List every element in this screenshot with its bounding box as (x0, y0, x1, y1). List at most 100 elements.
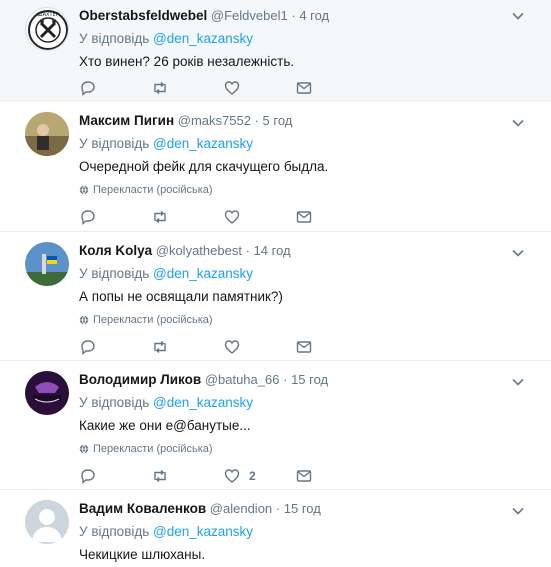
tweet[interactable]: Максим Пигин @maks7552 · 5 год У відпові… (0, 101, 551, 232)
tweet-text: Чекицкие шлюханы. (79, 547, 206, 562)
like-button[interactable]: 2 (223, 467, 295, 485)
translate-label: Перекласти (російська) (93, 184, 213, 196)
avatar[interactable] (25, 242, 69, 286)
reply-prefix: У відповідь (79, 395, 154, 410)
tweet-actions (79, 79, 367, 97)
tweet-text: Какие же они е@банутые... (79, 418, 251, 433)
chevron-down-icon[interactable] (511, 504, 525, 518)
author-handle[interactable]: @batuha_66 (205, 372, 280, 387)
timestamp[interactable]: 15 год (284, 501, 321, 516)
globe-icon (79, 444, 89, 454)
reply-mention-link[interactable]: @den_kazansky (153, 266, 253, 281)
retweet-icon (154, 340, 166, 354)
direct-message-button[interactable] (295, 467, 367, 485)
tweet[interactable]: Володимир Ликов @batuha_66 · 15 год У ві… (0, 361, 551, 490)
translate-link[interactable]: Перекласти (російська) (79, 441, 551, 457)
timestamp[interactable]: 4 год (299, 8, 329, 23)
like-button[interactable] (223, 338, 295, 356)
author-name[interactable]: Вадим Коваленков (79, 501, 206, 516)
separator-dot: · (275, 501, 281, 516)
chevron-down-icon[interactable] (511, 9, 525, 23)
reply-context: У відповідь @den_kazansky (79, 264, 551, 284)
tweet-text: Хто винен? 26 років незалежність. (79, 54, 295, 69)
author-name[interactable]: Володимир Ликов (79, 372, 201, 387)
direct-message-button[interactable] (295, 208, 367, 226)
tweet[interactable]: Коля Kolya @kolyathebest · 14 год У відп… (0, 232, 551, 361)
direct-message-icon (296, 341, 312, 353)
reply-mention-link[interactable]: @den_kazansky (153, 136, 253, 151)
translate-label: Перекласти (російська) (93, 314, 213, 326)
tweet-text: А попы не освящали памятник?) (79, 289, 283, 304)
reply-prefix: У відповідь (79, 136, 154, 151)
author-handle[interactable]: @maks7552 (178, 113, 251, 128)
avatar[interactable] (25, 500, 69, 544)
like-icon (224, 469, 240, 483)
translate-link[interactable]: Перекласти (російська) (79, 312, 551, 328)
timestamp[interactable]: 14 год (254, 243, 291, 258)
replies-feed: ШАХТЕР Oberstabsfeldwebel @Feldvebel1 · … (0, 0, 551, 567)
retweet-icon (154, 469, 166, 483)
translate-label: Перекласти (російська) (93, 443, 213, 455)
like-icon (224, 210, 240, 224)
tweet-text: Очередной фейк для скачущего быдла. (79, 159, 329, 174)
reply-icon (81, 81, 95, 96)
direct-message-button[interactable] (295, 79, 367, 97)
author-name[interactable]: Максим Пигин (79, 113, 174, 128)
globe-icon (79, 315, 89, 325)
chevron-down-icon[interactable] (511, 246, 525, 260)
like-count: 2 (249, 469, 256, 483)
direct-message-icon (296, 82, 312, 94)
retweet-button[interactable] (151, 208, 223, 226)
like-icon (224, 81, 240, 95)
like-icon (224, 340, 240, 354)
separator-dot: · (245, 243, 250, 258)
reply-prefix: У відповідь (79, 524, 154, 539)
reply-icon (81, 210, 95, 225)
reply-mention-link[interactable]: @den_kazansky (153, 524, 253, 539)
author-handle[interactable]: @kolyathebest (156, 243, 242, 258)
author-handle[interactable]: @alendion (210, 501, 272, 516)
svg-text:ШАХТЕР: ШАХТЕР (37, 12, 58, 18)
direct-message-icon (296, 211, 312, 223)
tweet[interactable]: Вадим Коваленков @alendion · 15 год У ві… (0, 490, 551, 567)
separator-dot: · (291, 8, 296, 23)
reply-button[interactable] (79, 467, 151, 485)
tweet-actions (79, 338, 367, 356)
reply-context: У відповідь @den_kazansky (79, 522, 551, 542)
timestamp[interactable]: 5 год (263, 113, 293, 128)
tweet-actions: 2 (79, 467, 367, 485)
avatar[interactable] (25, 112, 69, 156)
globe-icon (79, 185, 89, 195)
reply-context: У відповідь @den_kazansky (79, 29, 551, 49)
retweet-icon (154, 210, 166, 224)
reply-button[interactable] (79, 338, 151, 356)
chevron-down-icon[interactable] (511, 116, 525, 130)
chevron-down-icon[interactable] (511, 375, 525, 389)
avatar[interactable]: ШАХТЕР (25, 7, 69, 51)
like-button[interactable] (223, 79, 295, 97)
reply-prefix: У відповідь (79, 31, 154, 46)
direct-message-button[interactable] (295, 338, 367, 356)
reply-mention-link[interactable]: @den_kazansky (153, 395, 253, 410)
reply-context: У відповідь @den_kazansky (79, 134, 551, 154)
timestamp[interactable]: 15 год (291, 372, 328, 387)
reply-context: У відповідь @den_kazansky (79, 393, 551, 413)
reply-button[interactable] (79, 208, 151, 226)
author-handle[interactable]: @Feldvebel1 (211, 8, 288, 23)
translate-link[interactable]: Перекласти (російська) (79, 182, 551, 198)
retweet-button[interactable] (151, 338, 223, 356)
user-photo-icon (25, 242, 69, 286)
reply-mention-link[interactable]: @den_kazansky (153, 31, 253, 46)
author-name[interactable]: Коля Kolya (79, 243, 152, 258)
separator-dot: · (283, 372, 288, 387)
retweet-button[interactable] (151, 467, 223, 485)
tweet[interactable]: ШАХТЕР Oberstabsfeldwebel @Feldvebel1 · … (0, 0, 551, 101)
tweet-actions (79, 208, 367, 226)
default-avatar-icon (25, 500, 69, 544)
reply-button[interactable] (79, 79, 151, 97)
reply-icon (81, 469, 95, 484)
retweet-button[interactable] (151, 79, 223, 97)
author-name[interactable]: Oberstabsfeldwebel (79, 8, 207, 23)
like-button[interactable] (223, 208, 295, 226)
avatar[interactable] (25, 371, 69, 415)
